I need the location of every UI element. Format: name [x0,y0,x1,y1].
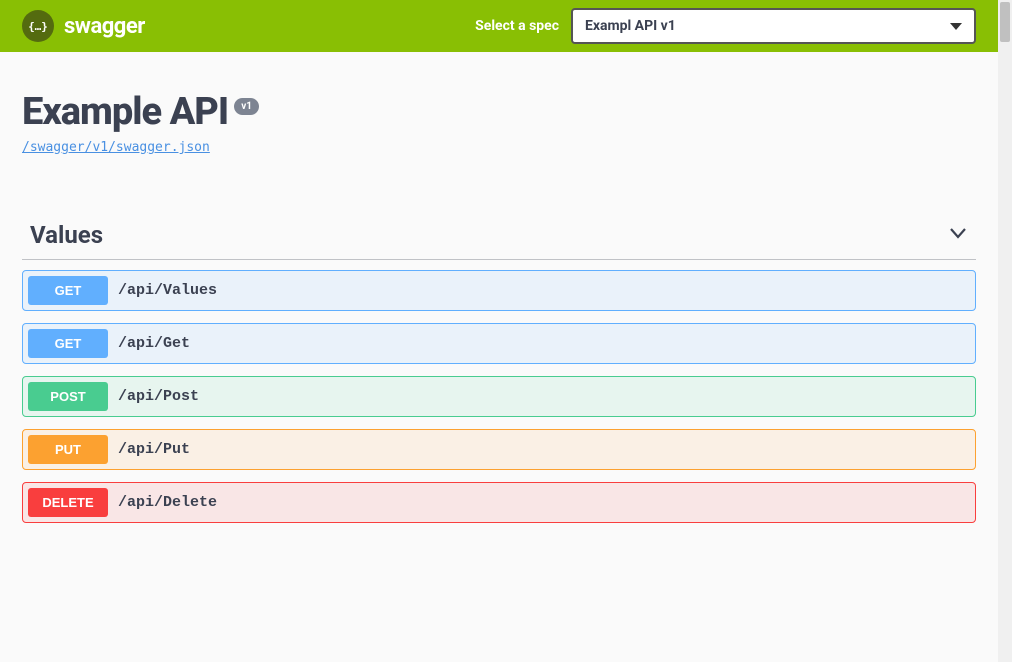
operation-path: /api/Values [118,282,217,299]
swagger-json-link[interactable]: /swagger/v1/swagger.json [22,140,210,155]
spec-dropdown[interactable]: Exampl API v1 [571,8,976,44]
method-badge: PUT [28,435,108,464]
method-badge: GET [28,276,108,305]
api-info: Example API v1 /swagger/v1/swagger.json [0,52,998,165]
method-badge: GET [28,329,108,358]
version-badge: v1 [234,98,259,115]
api-title: Example API [22,90,228,134]
operation-put-3[interactable]: PUT /api/Put [22,429,976,470]
operation-delete-4[interactable]: DELETE /api/Delete [22,482,976,523]
chevron-down-icon [948,223,968,247]
logo-text: swagger [64,14,145,39]
operation-path: /api/Delete [118,494,217,511]
tag-name: Values [30,221,103,249]
operation-post-2[interactable]: POST /api/Post [22,376,976,417]
operation-get-1[interactable]: GET /api/Get [22,323,976,364]
swagger-logo-icon: {…} [22,10,54,42]
spec-label: Select a spec [475,18,559,34]
scrollbar[interactable] [998,0,1012,662]
spec-selector: Select a spec Exampl API v1 [475,8,976,44]
operation-path: /api/Put [118,441,190,458]
scrollbar-thumb[interactable] [1000,2,1010,42]
topbar: {…} swagger Select a spec Exampl API v1 [0,0,998,52]
method-badge: POST [28,382,108,411]
operation-path: /api/Get [118,335,190,352]
svg-text:{…}: {…} [29,20,47,33]
operation-get-0[interactable]: GET /api/Values [22,270,976,311]
logo[interactable]: {…} swagger [22,10,145,42]
method-badge: DELETE [28,488,108,517]
operation-path: /api/Post [118,388,199,405]
tag-header[interactable]: Values [22,215,976,260]
